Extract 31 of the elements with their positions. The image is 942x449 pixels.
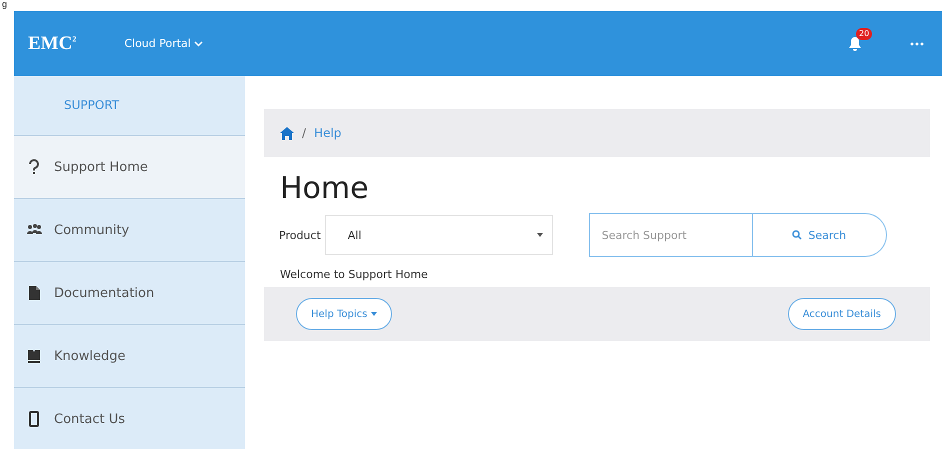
caret-icon (536, 233, 543, 237)
sidebar-item[interactable]: Documentation (14, 262, 245, 325)
sidebar-item[interactable]: Support Home (14, 136, 245, 199)
search-icon (792, 230, 802, 240)
help-topics-button[interactable]: Help Topics (296, 298, 392, 330)
document-icon (26, 285, 42, 301)
search-field[interactable]: Search Support (588, 213, 753, 257)
search-button[interactable]: Search (752, 213, 887, 257)
caret-icon (371, 312, 378, 316)
chevron-icon (194, 40, 203, 46)
portal-menu[interactable]: Cloud Portal (124, 37, 203, 50)
page-title: Home (280, 171, 370, 206)
caption-text: g (1, 0, 8, 11)
book-icon (26, 348, 42, 364)
notifications-button[interactable] (848, 36, 862, 51)
welcome-text: Welcome to Support Home (280, 268, 429, 281)
question-icon (26, 159, 42, 175)
product-label: Product (279, 228, 321, 242)
logo: EMC$^{2}$ (28, 32, 76, 54)
sidebar-item[interactable]: Community (14, 199, 245, 262)
sidebar-item[interactable]: Contact Us (14, 388, 245, 449)
home-icon[interactable] (280, 126, 294, 140)
bell-icon (848, 36, 862, 51)
more-icon (910, 42, 924, 46)
breadcrumb-separator: / (302, 126, 306, 140)
more-button[interactable] (910, 42, 924, 46)
product-select[interactable]: All (324, 215, 553, 255)
account-details-button[interactable]: Account Details (788, 298, 896, 330)
sidebar-item[interactable]: Knowledge (14, 325, 245, 388)
notification-badge: 20 (856, 28, 872, 40)
phone-icon (26, 411, 42, 427)
